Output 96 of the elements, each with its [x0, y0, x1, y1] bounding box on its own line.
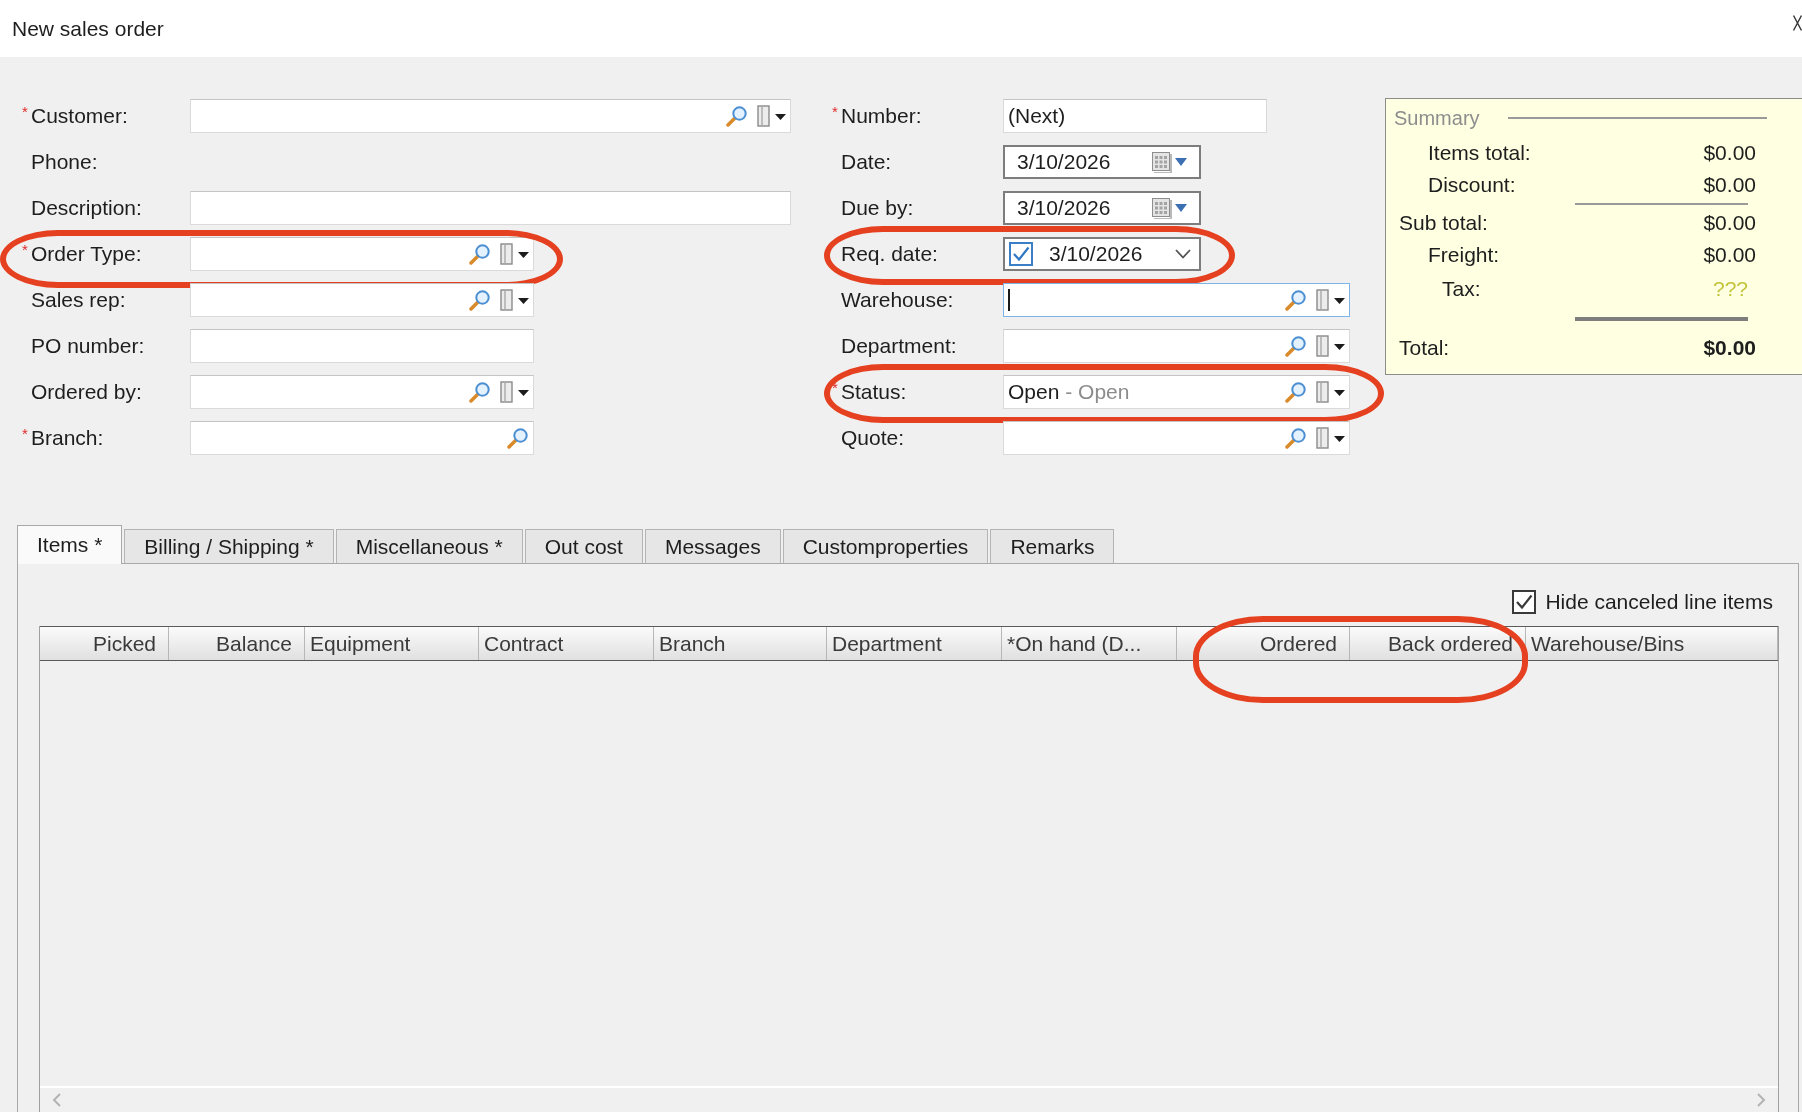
lookup-field[interactable]: [190, 375, 534, 409]
window-title: New sales order: [12, 15, 164, 42]
calendar-icon[interactable]: [1152, 197, 1172, 219]
search-icon[interactable]: [507, 427, 528, 449]
column-header[interactable]: *On hand (D...: [1002, 627, 1177, 660]
page-menu-icon[interactable]: [500, 381, 530, 403]
summary-label: Tax:: [1442, 276, 1481, 303]
column-header[interactable]: Department: [827, 627, 1002, 660]
field-label: Description:: [31, 196, 142, 220]
page-menu-icon[interactable]: [1316, 335, 1346, 357]
page-menu-icon[interactable]: [757, 105, 787, 127]
summary-value: $0.00: [1703, 140, 1756, 167]
search-icon[interactable]: [1285, 381, 1306, 403]
page-menu-icon[interactable]: [1316, 427, 1346, 449]
field-label: PO number:: [31, 334, 145, 358]
column-header[interactable]: Back ordered: [1350, 627, 1526, 660]
chevron-down-icon[interactable]: [1175, 249, 1191, 259]
tab[interactable]: Miscellaneous *: [335, 529, 523, 563]
summary-label: Freight:: [1428, 242, 1500, 269]
summary-value: $0.00: [1703, 242, 1756, 269]
required-asterisk: *: [22, 242, 29, 257]
search-icon[interactable]: [1285, 335, 1306, 357]
date-field[interactable]: 3/10/2026: [1003, 237, 1201, 271]
field-label: Customer:: [31, 104, 128, 128]
summary-label: Discount:: [1428, 172, 1516, 199]
search-icon[interactable]: [469, 289, 490, 311]
field-label: Branch:: [31, 426, 104, 450]
field-label: Sales rep:: [31, 288, 126, 312]
field-label: Status:: [841, 380, 907, 404]
column-header[interactable]: Branch: [654, 627, 827, 660]
caret-icon[interactable]: [1175, 204, 1187, 212]
page-menu-icon[interactable]: [500, 289, 530, 311]
page-menu-icon[interactable]: [1316, 289, 1346, 311]
required-asterisk: *: [832, 104, 839, 119]
summary-title: Summary: [1394, 106, 1480, 131]
tab[interactable]: Messages: [644, 529, 781, 563]
chevron-left-icon[interactable]: [52, 1093, 61, 1107]
chevron-right-icon[interactable]: [1757, 1093, 1766, 1107]
caret-icon[interactable]: [1175, 158, 1187, 166]
summary-value: ???: [1712, 276, 1749, 303]
tab[interactable]: Out cost: [524, 529, 643, 563]
field-label: Quote:: [841, 426, 905, 450]
lookup-field[interactable]: [1003, 329, 1350, 363]
column-header[interactable]: Ordered: [1177, 627, 1350, 660]
summary-label: Sub total:: [1399, 210, 1488, 237]
page-menu-icon[interactable]: [1316, 381, 1346, 403]
field-label: Due by:: [841, 196, 914, 220]
lookup-field[interactable]: [190, 237, 534, 271]
lookup-field[interactable]: [1003, 421, 1350, 455]
date-field[interactable]: 3/10/2026: [1003, 191, 1201, 225]
summary-label: Total:: [1399, 335, 1450, 362]
search-icon[interactable]: [1285, 289, 1306, 311]
required-asterisk: *: [832, 380, 839, 395]
page-menu-icon[interactable]: [500, 243, 530, 265]
search-icon[interactable]: [469, 381, 490, 403]
tab[interactable]: Billing / Shipping *: [124, 529, 334, 563]
column-header[interactable]: Warehouse/Bins: [1526, 627, 1778, 660]
text-cursor: [1008, 289, 1010, 311]
checkbox[interactable]: [1009, 242, 1033, 266]
summary-value: $0.00: [1703, 335, 1756, 362]
text-field[interactable]: (Next): [1003, 99, 1267, 133]
field-label: Warehouse:: [841, 288, 954, 312]
column-header[interactable]: Balance: [169, 627, 305, 660]
lookup-field[interactable]: [190, 99, 791, 133]
field-label: Order Type:: [31, 242, 142, 266]
tab[interactable]: Remarks: [990, 529, 1115, 563]
lookup-field[interactable]: Open - Open: [1003, 375, 1350, 409]
text-field[interactable]: [190, 191, 791, 225]
summary-value: $0.00: [1703, 172, 1756, 199]
field-label: Date:: [841, 150, 892, 174]
column-header[interactable]: Equipment: [305, 627, 479, 660]
field-label: Phone:: [31, 150, 98, 174]
field-label: Ordered by:: [31, 380, 142, 404]
summary-value: $0.00: [1703, 210, 1756, 237]
column-header[interactable]: Picked: [40, 627, 169, 660]
search-icon[interactable]: [1285, 427, 1306, 449]
field-label: Department:: [841, 334, 957, 358]
summary-label: Items total:: [1428, 140, 1531, 167]
lookup-field[interactable]: [190, 283, 534, 317]
lookup-field[interactable]: [1003, 283, 1350, 317]
column-header[interactable]: Contract: [479, 627, 654, 660]
required-asterisk: *: [22, 426, 29, 441]
required-asterisk: *: [22, 104, 29, 119]
lookup-field[interactable]: [190, 421, 534, 455]
search-icon[interactable]: [469, 243, 490, 265]
close-icon[interactable]: [1793, 15, 1802, 31]
calendar-icon[interactable]: [1152, 151, 1172, 173]
checkbox-label[interactable]: Hide canceled line items: [1545, 586, 1773, 618]
tab[interactable]: Items *: [17, 525, 123, 564]
date-field[interactable]: 3/10/2026: [1003, 145, 1201, 179]
tab[interactable]: Customproperties: [782, 529, 989, 563]
field-label: Number:: [841, 104, 922, 128]
search-icon[interactable]: [726, 105, 747, 127]
checkbox[interactable]: [1512, 590, 1537, 614]
field-label: Req. date:: [841, 242, 938, 266]
text-field[interactable]: [190, 329, 534, 363]
